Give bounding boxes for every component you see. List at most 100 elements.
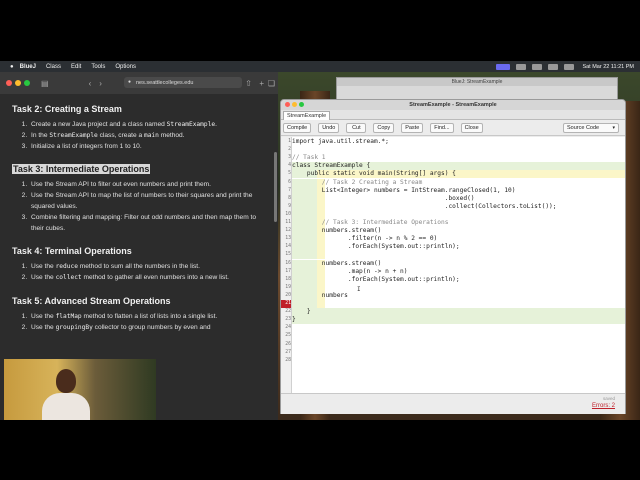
code-line[interactable]: 27: [281, 349, 625, 357]
code-line[interactable]: 14 .forEach(System.out::println);: [281, 243, 625, 252]
code-editor[interactable]: I 1 import java.util.stream.*; 2 3// Task 1…: [281, 137, 625, 393]
code-line[interactable]: 22 }: [281, 308, 625, 317]
view-select[interactable]: Source Code ▾: [563, 123, 619, 133]
compile-button[interactable]: Compile: [283, 122, 312, 133]
sidebar-icon[interactable]: ▤: [41, 79, 49, 88]
task-list-item: Use the Stream API to filter out even nu…: [29, 180, 266, 191]
errors-link[interactable]: Errors: 2: [592, 403, 615, 409]
menu-class[interactable]: Class: [46, 64, 61, 70]
forward-icon[interactable]: ›: [99, 79, 102, 88]
code-line[interactable]: 26: [281, 341, 625, 349]
url-text: nes.seattlecolleges.edu: [136, 79, 194, 86]
inline-code: flatMap: [55, 312, 82, 320]
code-line[interactable]: 13 .filter(n -> n % 2 == 0): [281, 235, 625, 244]
battery-icon[interactable]: [532, 63, 543, 70]
task-list-item: Use the groupingBy collector to group nu…: [29, 323, 266, 334]
lock-icon: ●: [128, 79, 132, 85]
line-number: 24: [285, 325, 291, 331]
minimize-icon[interactable]: [15, 80, 21, 86]
screen-record-icon[interactable]: [496, 63, 511, 70]
line-number: 19: [285, 284, 291, 290]
find-button[interactable]: Find...: [430, 122, 454, 133]
close-icon[interactable]: [285, 102, 290, 107]
code-line[interactable]: 25: [281, 332, 625, 340]
clock[interactable]: Sat Mar 22 11:21 PM: [582, 64, 634, 70]
code-text: }: [292, 308, 311, 316]
inline-code: collect: [55, 274, 82, 282]
undo-button[interactable]: Undo: [318, 122, 340, 133]
wifi-icon[interactable]: [548, 63, 559, 70]
status-icon[interactable]: [516, 63, 527, 70]
code-line[interactable]: 1 import java.util.stream.*;: [281, 138, 625, 146]
task-list-item: Use the flatMap method to flatten a list…: [29, 312, 266, 323]
section-heading-text: Task 5: Advanced Stream Operations: [12, 295, 171, 306]
inline-code: StreamExample: [166, 121, 216, 128]
code-line[interactable]: 19: [281, 283, 625, 292]
code-line[interactable]: 3// Task 1: [281, 154, 625, 162]
view-select-value: Source Code: [567, 125, 600, 131]
line-number: 4: [288, 163, 291, 169]
new-tab-icon[interactable]: +: [259, 79, 264, 88]
maximize-icon[interactable]: [24, 80, 30, 86]
line-number: 8: [288, 195, 291, 201]
maximize-icon[interactable]: [299, 102, 304, 107]
code-line[interactable]: 20 numbers: [281, 291, 625, 300]
editor-toolbar: Compile Undo Cut Copy Paste Find... Clos…: [281, 120, 625, 136]
code-line[interactable]: 23}: [281, 316, 625, 325]
code-line[interactable]: 17 .map(n -> n + n): [281, 267, 625, 276]
line-number: 17: [285, 268, 291, 274]
class-scope-highlight: [292, 316, 625, 325]
address-bar[interactable]: ● nes.seattlecolleges.edu: [124, 77, 242, 88]
line-number: 28: [285, 357, 291, 363]
code-text: List<Integer> numbers = IntStream.rangeC…: [292, 186, 516, 194]
apple-icon[interactable]: ●: [10, 64, 14, 70]
line-number: 23: [285, 317, 291, 323]
code-line[interactable]: 10: [281, 210, 625, 219]
task-list: Create a new Java project and a class na…: [29, 120, 266, 152]
menubar-app-name[interactable]: BlueJ: [20, 64, 36, 70]
share-icon[interactable]: ⇧: [245, 79, 252, 88]
copy-button[interactable]: Copy: [373, 122, 395, 133]
code-line[interactable]: 24: [281, 324, 625, 332]
code-line[interactable]: 4 class StreamExample {: [281, 162, 625, 171]
menu-options[interactable]: Options: [115, 64, 136, 70]
close-icon[interactable]: [6, 80, 12, 86]
close-button[interactable]: Close: [460, 122, 483, 133]
scrollbar[interactable]: [274, 152, 277, 222]
code-line[interactable]: 6 // Task 2 Creating a Stream: [281, 178, 625, 187]
tabs-overview-icon[interactable]: ❏: [268, 79, 275, 88]
code-line[interactable]: 7 List<Integer> numbers = IntStream.rang…: [281, 186, 625, 195]
paste-button[interactable]: Paste: [401, 122, 424, 133]
menu-tools[interactable]: Tools: [91, 64, 105, 70]
code-line[interactable]: 15: [281, 251, 625, 260]
line-number: 25: [285, 333, 291, 339]
code-line[interactable]: 5 public static void main(String[] args)…: [281, 170, 625, 179]
inline-code: StreamExample: [49, 131, 98, 139]
code-line[interactable]: 18 .forEach(System.out::println);: [281, 275, 625, 284]
menu-edit[interactable]: Edit: [71, 64, 81, 70]
editor-title-bar: StreamExample - StreamExample: [281, 100, 625, 110]
line-number: 11: [285, 220, 291, 225]
code-text: numbers.stream(): [292, 227, 382, 235]
task-list-item: Use the reduce method to sum all the num…: [29, 262, 266, 273]
line-number: 20: [285, 292, 291, 298]
search-icon[interactable]: [564, 63, 575, 70]
presenter-head: [56, 369, 76, 393]
browser-toolbar: ▤ ‹ › ● nes.seattlecolleges.edu ⇧ + ❏: [0, 72, 278, 94]
class-scope-highlight: [292, 251, 317, 260]
code-line[interactable]: 11 // Task 3: Intermediate Operations: [281, 219, 625, 228]
code-line[interactable]: 21: [281, 300, 625, 309]
code-line[interactable]: 2: [281, 146, 625, 154]
tab-streamexample[interactable]: StreamExample: [283, 111, 331, 120]
back-icon[interactable]: ‹: [89, 79, 92, 88]
code-line[interactable]: 9 .collect(Collectors.toList());: [281, 202, 625, 211]
class-scope-highlight: [292, 308, 625, 317]
code-line[interactable]: 16 numbers.stream(): [281, 259, 625, 268]
code-line[interactable]: 8 .boxed(): [281, 194, 625, 203]
line-number: 13: [285, 236, 291, 242]
task-list-item: Create a new Java project and a class na…: [29, 120, 266, 131]
code-line[interactable]: 28: [281, 357, 625, 365]
code-line[interactable]: 12 numbers.stream(): [281, 227, 625, 236]
minimize-icon[interactable]: [292, 102, 297, 107]
cut-button[interactable]: Cut: [346, 122, 367, 133]
